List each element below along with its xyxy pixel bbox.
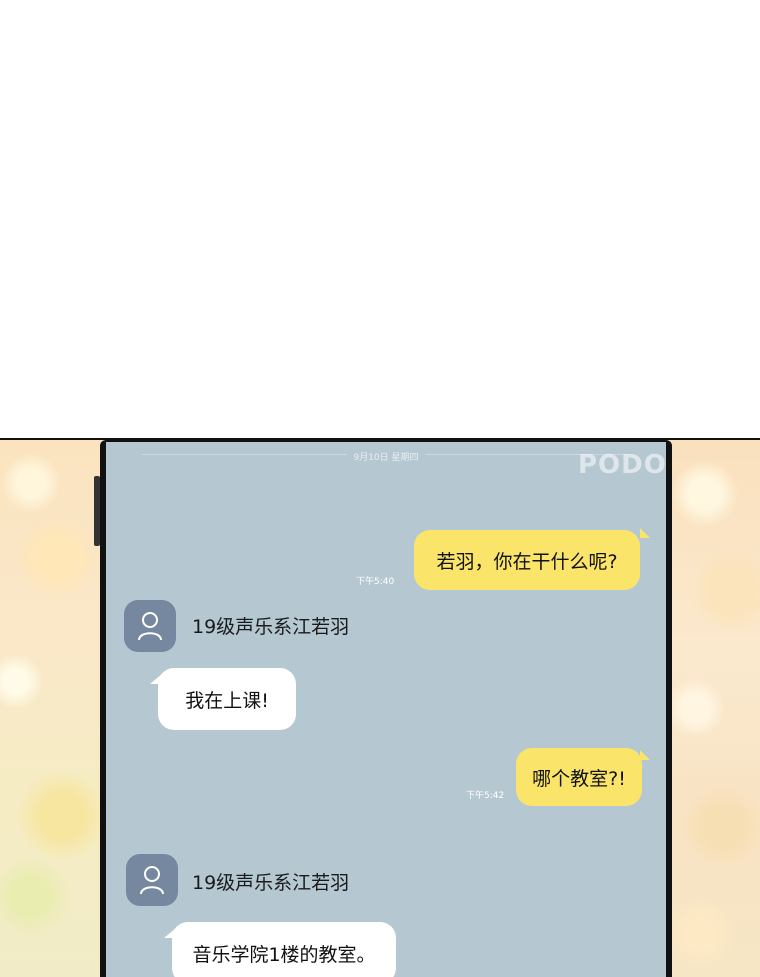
contact-avatar[interactable] — [126, 854, 178, 906]
blank-area — [0, 0, 760, 440]
date-label: 9月10日 星期四 — [347, 453, 425, 463]
incoming-message-bubble[interactable]: 音乐学院1楼的教室。 — [172, 922, 396, 977]
chat-screen[interactable]: 9月10日 星期四 PODO 若羽，你在干什么呢? 下午5:40 19级声乐系江… — [106, 442, 666, 977]
outgoing-message-bubble[interactable]: 若羽，你在干什么呢? — [414, 530, 640, 590]
message-text: 哪个教室?! — [532, 767, 626, 790]
bubble-tail — [640, 750, 650, 760]
bubble-tail — [164, 928, 176, 938]
person-icon — [140, 866, 164, 895]
message-time: 下午5:42 — [466, 791, 505, 801]
message-text: 音乐学院1楼的教室。 — [192, 943, 376, 966]
bubble-tail — [150, 674, 162, 684]
person-icon — [138, 612, 162, 641]
sender-name: 19级声乐系江若羽 — [192, 872, 350, 894]
bokeh-background-right — [668, 440, 760, 977]
incoming-message-bubble[interactable]: 我在上课! — [158, 668, 296, 730]
message-text: 若羽，你在干什么呢? — [436, 550, 618, 573]
outgoing-message-bubble[interactable]: 哪个教室?! — [516, 748, 642, 806]
contact-avatar[interactable] — [124, 600, 176, 652]
sender-name: 19级声乐系江若羽 — [192, 616, 350, 638]
message-time: 下午5:40 — [356, 577, 395, 587]
watermark: PODO — [578, 450, 666, 480]
phone-side-button — [94, 476, 100, 546]
message-text: 我在上课! — [185, 689, 269, 712]
bokeh-background-left — [0, 440, 104, 977]
bubble-tail — [640, 528, 650, 538]
